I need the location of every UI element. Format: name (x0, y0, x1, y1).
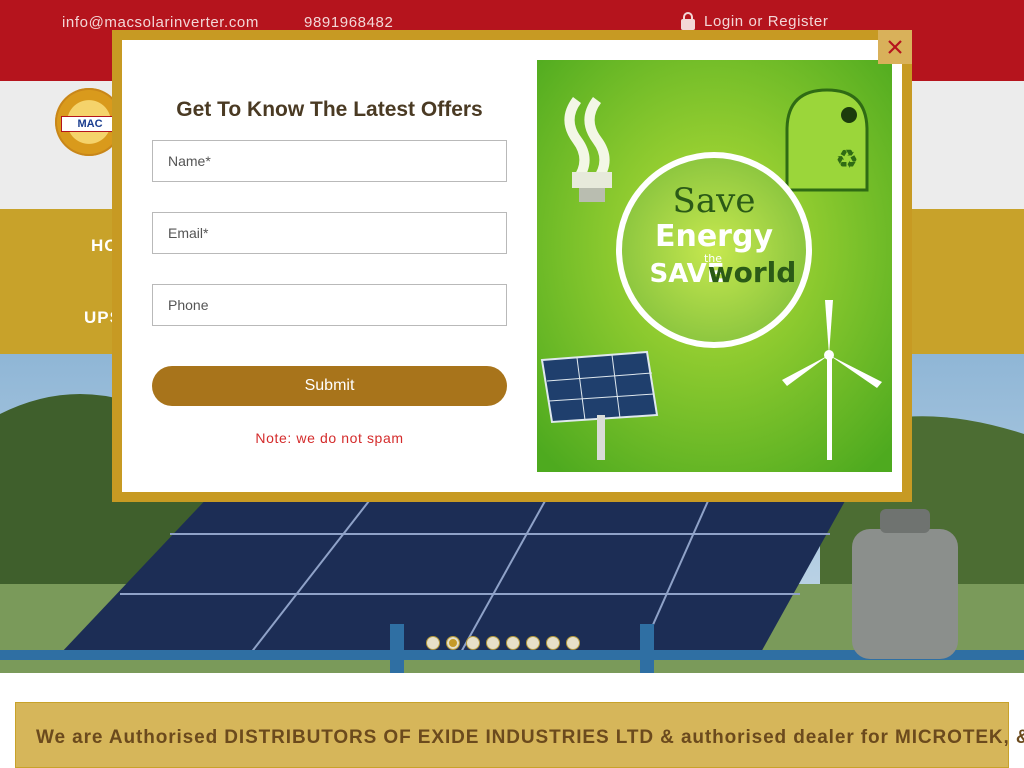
no-spam-note: Note: we do not spam (255, 430, 404, 446)
lock-icon (681, 12, 695, 30)
slider-dot[interactable] (506, 636, 520, 650)
close-icon (888, 40, 902, 54)
recycle-bin-icon: ♻ (785, 88, 869, 192)
slider-dot[interactable] (486, 636, 500, 650)
close-popup-button[interactable] (878, 30, 912, 64)
slider-dot[interactable] (566, 636, 580, 650)
contact-email[interactable]: info@macsolarinverter.com (62, 14, 259, 31)
promo-save-text: Save (673, 181, 756, 221)
promo-image: ♻ Save Energy SAVE the world (537, 60, 892, 472)
logo-text: MAC (61, 116, 119, 132)
name-field[interactable] (152, 140, 507, 182)
login-register-link[interactable]: Login or Register (680, 12, 828, 30)
distributor-text: We are Authorised DISTRIBUTORS OF EXIDE … (36, 727, 1024, 748)
login-register-label: Login or Register (704, 12, 829, 30)
popup-title: Get To Know The Latest Offers (176, 98, 483, 121)
submit-button[interactable]: Submit (152, 366, 507, 406)
slider-dot[interactable] (426, 636, 440, 650)
phone-field[interactable] (152, 284, 507, 326)
distributor-banner: We are Authorised DISTRIBUTORS OF EXIDE … (15, 702, 1024, 768)
promo-energy-text: Energy (655, 219, 773, 254)
svg-text:♻: ♻ (835, 145, 858, 175)
slider-dot[interactable] (526, 636, 540, 650)
slider-dots (426, 636, 580, 650)
slider-dot[interactable] (466, 636, 480, 650)
offers-popup: Get To Know The Latest Offers Submit Not… (112, 30, 912, 502)
promo-world-text: world (708, 256, 797, 289)
slider-dot[interactable] (546, 636, 560, 650)
slider-dot-active[interactable] (446, 636, 460, 650)
email-field[interactable] (152, 212, 507, 254)
contact-phone[interactable]: 9891968482 (304, 14, 393, 31)
